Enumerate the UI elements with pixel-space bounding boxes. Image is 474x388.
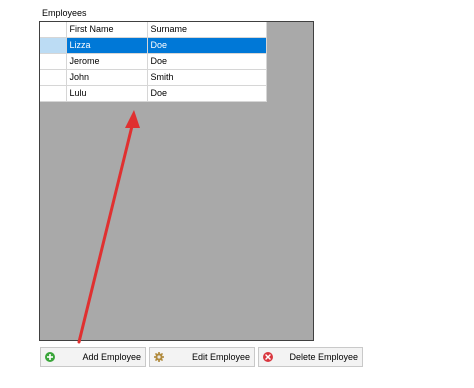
- add-employee-button[interactable]: Add Employee: [40, 347, 146, 367]
- table-row[interactable]: John Smith: [40, 69, 267, 86]
- add-employee-label: Add Employee: [82, 352, 141, 362]
- column-header-first-name[interactable]: First Name: [66, 22, 148, 38]
- surname-cell[interactable]: Doe: [147, 37, 267, 54]
- top-left-header-cell[interactable]: [40, 22, 67, 38]
- table-row[interactable]: Jerome Doe: [40, 53, 267, 70]
- column-header-surname[interactable]: Surname: [147, 22, 267, 38]
- delete-employee-label: Delete Employee: [289, 352, 358, 362]
- surname-cell[interactable]: Smith: [147, 69, 267, 86]
- row-header-cell[interactable]: [40, 53, 67, 70]
- gear-icon: [154, 352, 164, 362]
- employees-data-grid[interactable]: First Name Surname Lizza Doe Jerome Doe …: [39, 21, 314, 341]
- row-header-cell[interactable]: [40, 69, 67, 86]
- row-header-cell[interactable]: [40, 37, 67, 54]
- row-header-cell[interactable]: [40, 85, 67, 102]
- table-header-row: First Name Surname: [40, 22, 267, 38]
- first-name-cell[interactable]: Lulu: [66, 85, 148, 102]
- plus-circle-icon: [45, 352, 55, 362]
- close-circle-icon: [263, 352, 273, 362]
- delete-employee-button[interactable]: Delete Employee: [258, 347, 363, 367]
- edit-employee-label: Edit Employee: [191, 352, 250, 362]
- employees-table: First Name Surname Lizza Doe Jerome Doe …: [40, 22, 267, 102]
- employees-group-label: Employees: [42, 8, 87, 18]
- edit-employee-button[interactable]: Edit Employee: [149, 347, 255, 367]
- first-name-cell[interactable]: John: [66, 69, 148, 86]
- table-row[interactable]: Lulu Doe: [40, 85, 267, 102]
- table-row[interactable]: Lizza Doe: [40, 37, 267, 54]
- surname-cell[interactable]: Doe: [147, 53, 267, 70]
- first-name-cell[interactable]: Jerome: [66, 53, 148, 70]
- first-name-cell[interactable]: Lizza: [66, 37, 148, 54]
- surname-cell[interactable]: Doe: [147, 85, 267, 102]
